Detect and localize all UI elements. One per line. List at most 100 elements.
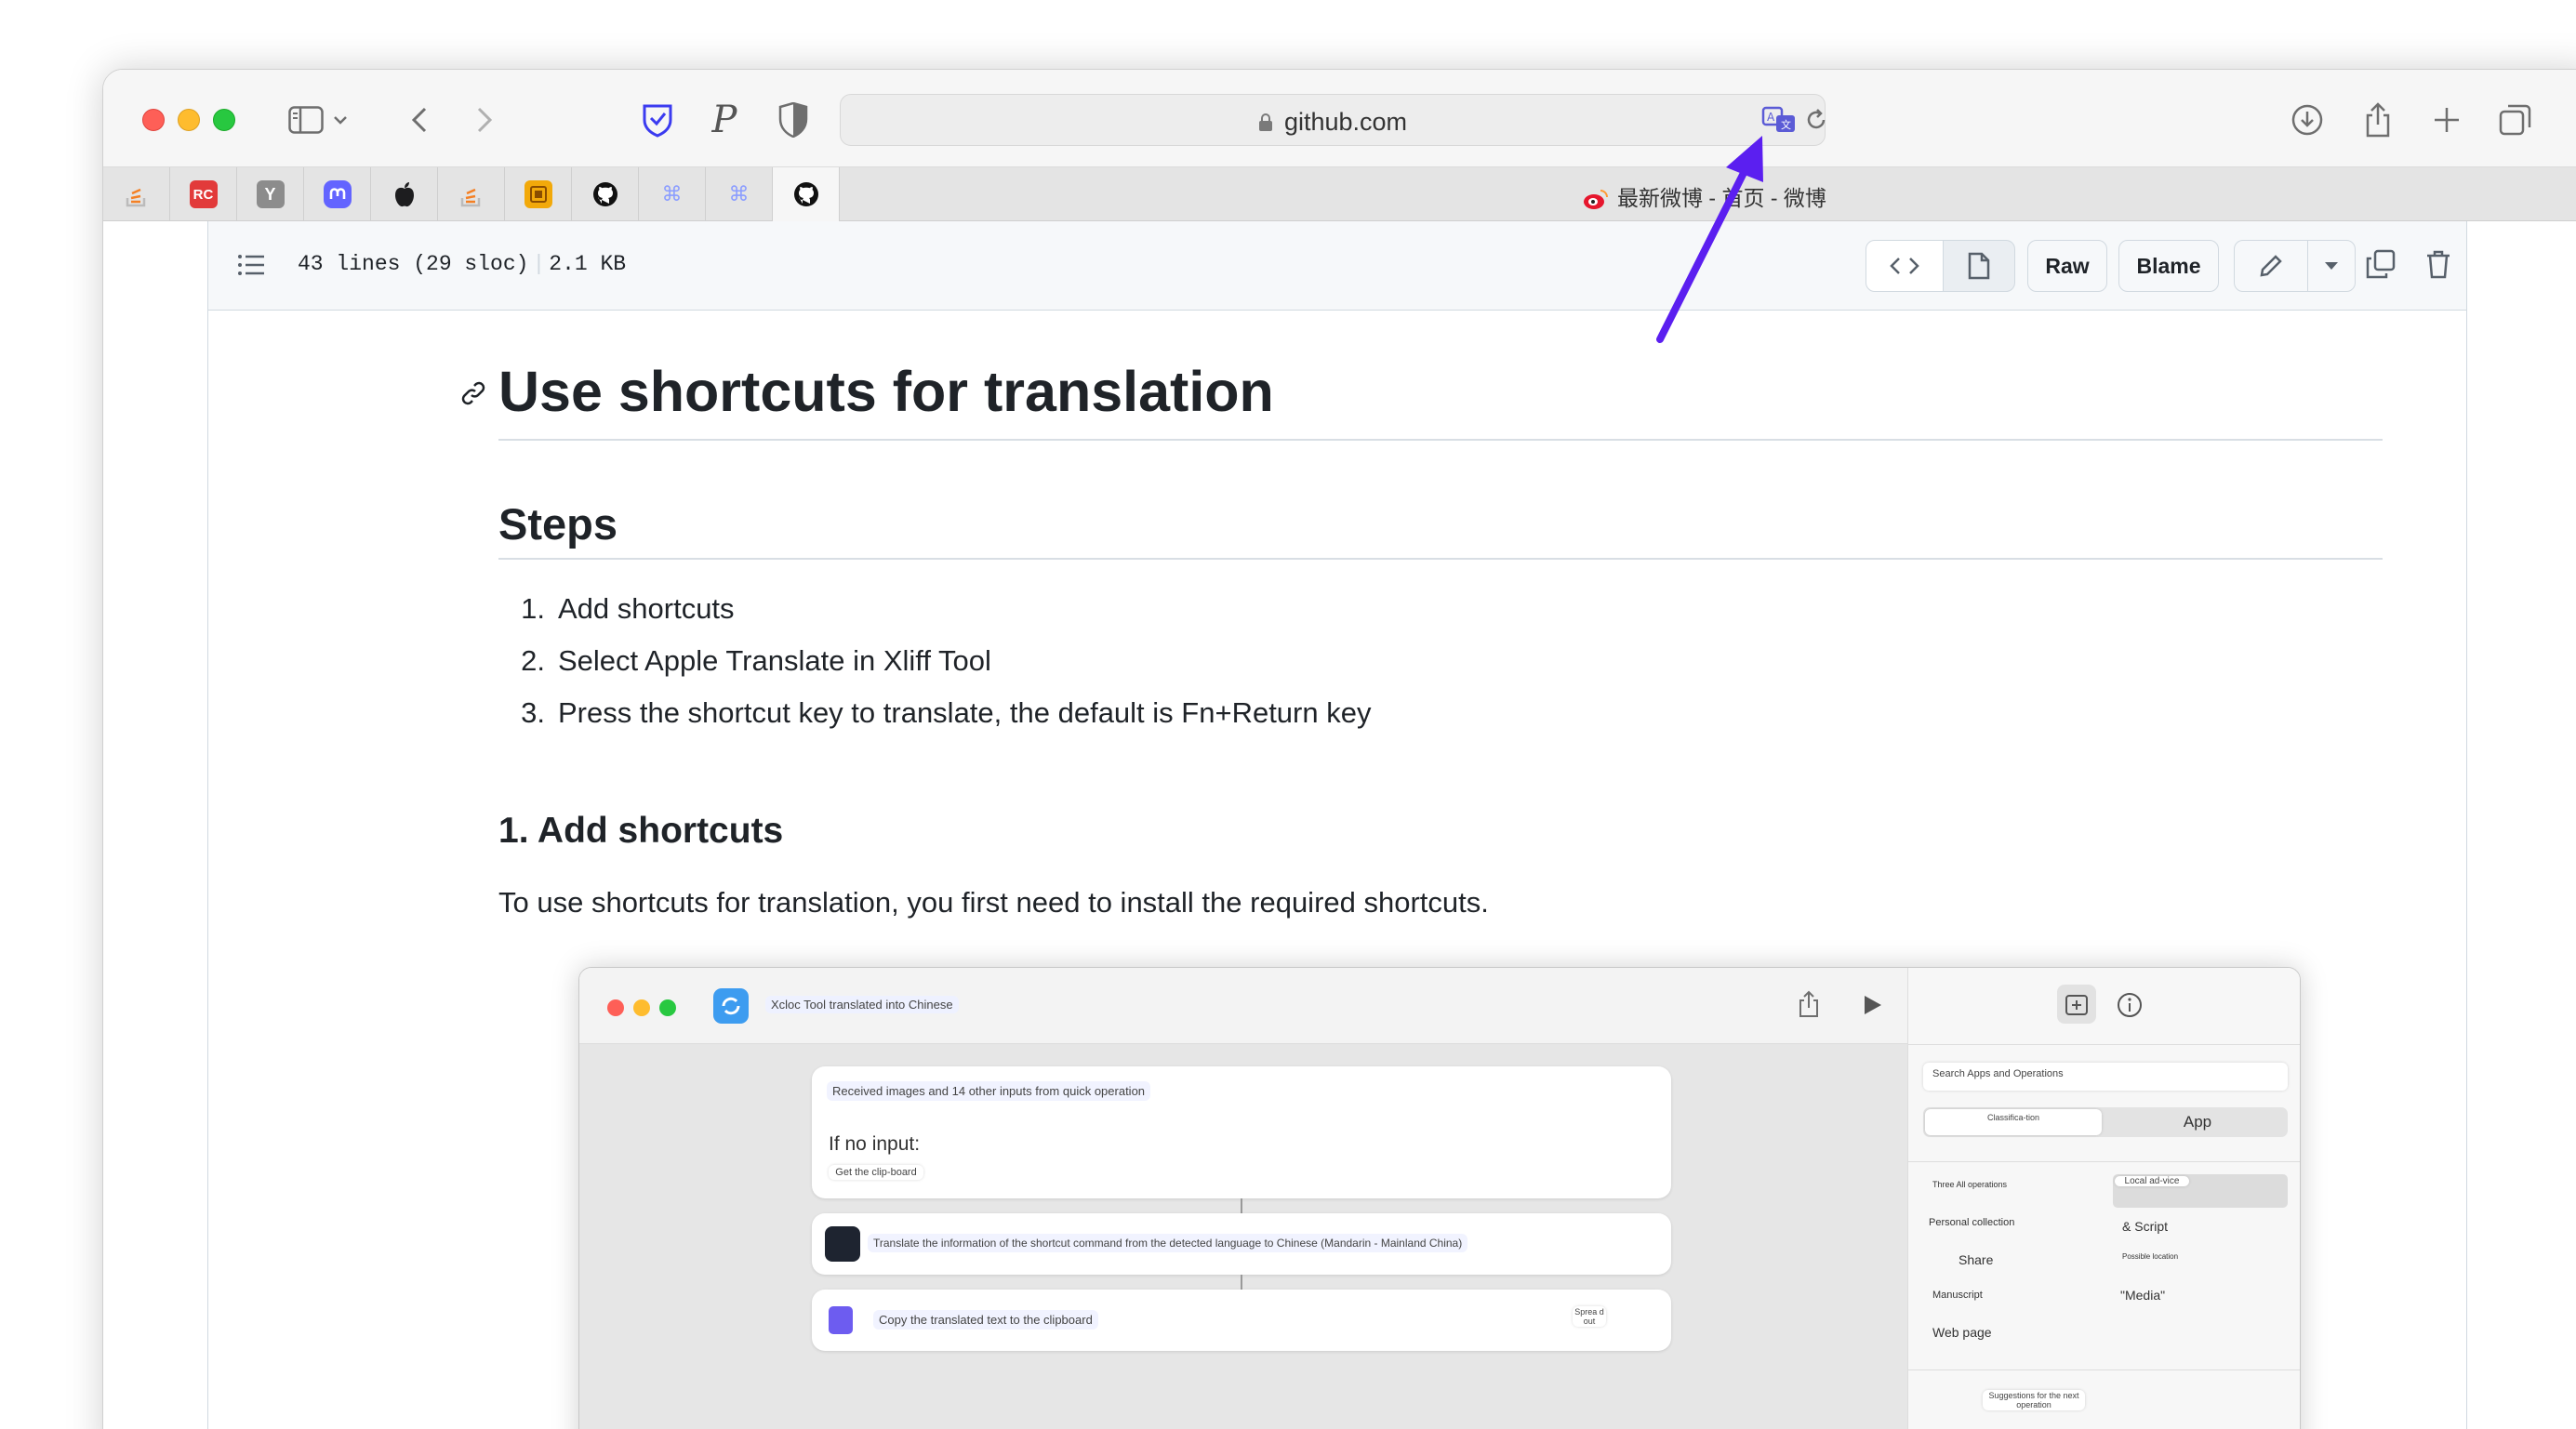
pinned-tab-rc[interactable]: RC (170, 167, 237, 221)
tab-weibo[interactable]: 最新微博 - 首页 - 微博 (1582, 180, 1826, 212)
stackoverflow-icon (123, 180, 151, 208)
clipboard-icon (829, 1306, 853, 1334)
close-window-button[interactable] (142, 109, 165, 131)
sidebar-category: Possible location (2122, 1252, 2179, 1261)
pinned-tab-apple[interactable] (371, 167, 438, 221)
file-header: 43 lines (29 sloc) | 2.1 KB Raw Blame (208, 221, 2466, 311)
bitwarden-shield-icon[interactable] (637, 99, 678, 140)
pinned-tab-github-active[interactable] (773, 167, 840, 221)
sidebar-selected-row: Local ad-vice (2113, 1174, 2288, 1208)
divider (1908, 1161, 2300, 1162)
pinned-tab-command-1[interactable]: ⌘ (639, 167, 706, 221)
doc-title-heading: Use shortcuts for translation (461, 359, 2383, 441)
sidebar-category: "Media" (2120, 1288, 2166, 1303)
minimize-window-button[interactable] (178, 109, 200, 131)
translate-icon[interactable]: A文 (1761, 106, 1797, 134)
link-icon[interactable] (459, 379, 487, 407)
downloads-icon[interactable] (2287, 99, 2328, 140)
pinned-tab-stackoverflow-2[interactable] (438, 167, 505, 221)
list-text: Add shortcuts (558, 592, 735, 625)
edit-button[interactable] (2234, 240, 2308, 292)
action-card-input: Received images and 14 other inputs from… (812, 1066, 1671, 1198)
pinned-tab-hacker-news[interactable]: Y (237, 167, 304, 221)
svg-text:文: 文 (1781, 118, 1791, 131)
add-shortcuts-paragraph: To use shortcuts for translation, you fi… (498, 886, 1489, 919)
tab-title: 最新微博 - 首页 - 微博 (1617, 186, 1826, 210)
outline-icon[interactable] (236, 251, 266, 281)
preview-button[interactable] (1943, 240, 2015, 292)
page-title: Use shortcuts for translation (498, 360, 1274, 423)
action-text: Translate the information of the shortcu… (868, 1234, 1468, 1252)
privacy-shield-icon[interactable] (773, 99, 814, 140)
tab-bar: RC Y ⌘ ⌘ 最新微博 - 首页 - 微博 (103, 167, 2576, 221)
sidebar-category: Three All operations (1932, 1180, 2008, 1189)
sidebar-icon[interactable] (285, 99, 326, 140)
back-icon[interactable] (399, 99, 440, 140)
pinned-tab-bookmark-app[interactable] (505, 167, 572, 221)
reload-icon[interactable] (1804, 108, 1828, 132)
no-input-label: If no input: (829, 1133, 921, 1155)
pinned-tab-stackoverflow[interactable] (103, 167, 170, 221)
search-field: Search Apps and Operations (1923, 1063, 2288, 1091)
weibo-icon (1584, 190, 1608, 209)
divider (1908, 1369, 2300, 1370)
suggestions-label: Suggestions for the next operation (1983, 1390, 2085, 1410)
tab-overview-icon[interactable] (2495, 99, 2536, 140)
pinned-tab-command-2[interactable]: ⌘ (706, 167, 773, 221)
command-icon: ⌘ (661, 182, 683, 205)
browser-toolbar: P github.com A文 (103, 70, 2576, 167)
list-number: 3. (521, 696, 545, 729)
apple-icon (391, 180, 418, 208)
action-text: Received images and 14 other inputs from… (827, 1081, 1151, 1101)
sidebar-category: & Script (2122, 1219, 2169, 1234)
action-card-copy: Copy the translated text to the clipboar… (812, 1290, 1671, 1351)
blame-button[interactable]: Blame (2118, 240, 2219, 292)
rc-icon: RC (189, 180, 218, 208)
triangle-down-icon (2325, 262, 2338, 270)
segmented-control: Classifica-tion App (1923, 1107, 2288, 1137)
clipboard-pill: Get the clip-board (829, 1165, 923, 1180)
address-bar[interactable]: github.com A文 (840, 94, 1826, 146)
edit-dropdown-button[interactable] (2307, 240, 2356, 292)
stackoverflow-icon (458, 180, 485, 208)
segment-classification: Classifica-tion (1925, 1109, 2102, 1135)
raw-button[interactable]: Raw (2027, 240, 2107, 292)
code-view-button[interactable] (1866, 240, 1944, 292)
y-icon: Y (256, 180, 285, 208)
segment-app: App (2183, 1113, 2212, 1131)
pinned-tab-github[interactable] (572, 167, 639, 221)
action-card-translate: Translate the information of the shortcu… (812, 1213, 1671, 1275)
sidebar-category: Personal collection (1929, 1217, 2015, 1228)
steps-list: 1. Add shortcuts 2. Select Apple Translate… (498, 592, 1371, 748)
share-icon[interactable] (2357, 99, 2398, 140)
play-icon (1863, 994, 1883, 1021)
shortcut-editor-canvas: Received images and 14 other inputs from… (579, 1044, 1907, 1429)
file-size: 2.1 KB (549, 252, 627, 276)
file-viewer: 43 lines (29 sloc) | 2.1 KB Raw Blame Us… (207, 221, 2467, 1429)
list-number: 2. (521, 644, 545, 677)
chevron-down-icon[interactable] (326, 99, 354, 140)
library-icon (2057, 985, 2096, 1024)
github-icon (591, 180, 619, 208)
p-extension-icon[interactable]: P (704, 99, 745, 141)
list-number: 1. (521, 592, 545, 625)
close-dot (607, 999, 624, 1016)
sidebar-category: Share (1959, 1252, 1994, 1267)
page-content: 43 lines (29 sloc) | 2.1 KB Raw Blame Us… (103, 221, 2576, 1429)
pencil-icon (2260, 255, 2282, 277)
lock-icon (1258, 113, 1272, 131)
url-text: github.com (1283, 108, 1408, 136)
new-tab-icon[interactable] (2426, 99, 2467, 140)
trash-icon[interactable] (2425, 249, 2455, 281)
zoom-window-button[interactable] (213, 109, 235, 131)
share-icon (1798, 990, 1820, 1023)
connector (1241, 1198, 1242, 1213)
pinned-tab-mastodon[interactable] (304, 167, 371, 221)
mastodon-icon (323, 180, 352, 208)
forward-icon[interactable] (464, 99, 505, 140)
copy-icon[interactable] (2366, 249, 2399, 283)
shortcut-title: Xcloc Tool translated into Chinese (765, 996, 959, 1013)
connector (1241, 1275, 1242, 1290)
minimize-dot (633, 999, 650, 1016)
add-shortcuts-heading: 1. Add shortcuts (498, 811, 784, 851)
